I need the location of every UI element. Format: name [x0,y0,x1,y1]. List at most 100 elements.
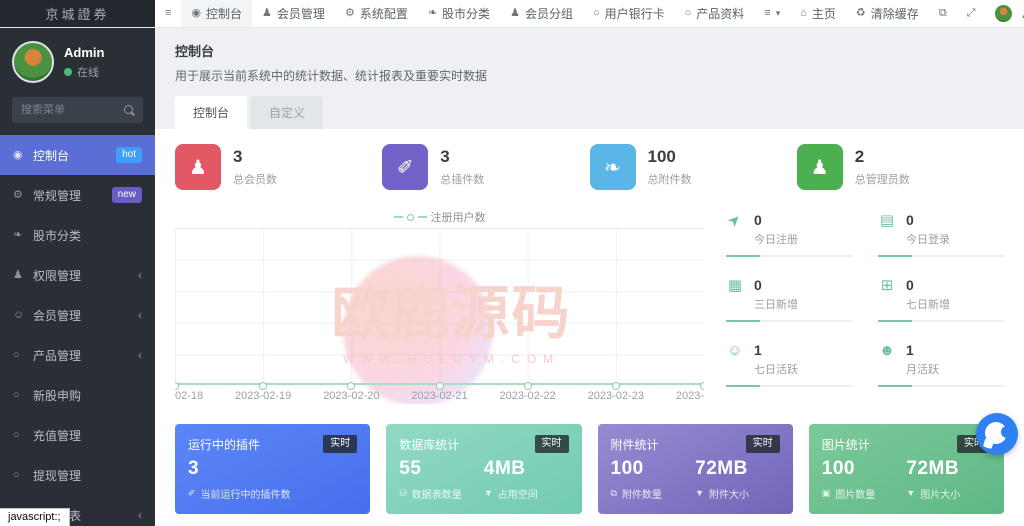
leaf-icon: ❧ [13,230,33,241]
tab-dashboard[interactable]: 控制台 [175,96,247,129]
chevron-left-icon: ‹ [138,348,142,362]
sidebar-item-permissions[interactable]: ♟权限管理‹ [0,255,155,295]
circle-icon: ○ [685,8,692,19]
sidebar-item-stock-category[interactable]: ❧股市分类 [0,215,155,255]
sidebar-item-withdraw[interactable]: ○提现管理 [0,455,155,495]
filter-icon: ▼ [695,489,704,498]
sidebar-item-recharge[interactable]: ○充值管理 [0,415,155,455]
expand-icon: ⤢ [967,8,976,19]
page-title: 控制台 [175,41,1004,60]
nav-item-stock-category[interactable]: ❧股市分类 [418,0,500,27]
circle-icon: ○ [593,8,600,19]
avatar[interactable] [12,41,54,83]
tabs-dropdown-button[interactable]: ≡▾ [754,0,790,27]
chart-legend[interactable]: 注册用户数 [175,208,704,226]
sidebar-item-ipo[interactable]: ○新股申购 [0,375,155,415]
registered-users-chart: 注册用户数 欧鹿源码 WWW.GULUYM.COM [175,208,704,404]
leaf-icon: ❧ [590,144,636,190]
top-bar: 京城證券 ≡ ◉控制台 ♟会员管理 ⚙系统配置 ❧股市分类 ♟会员分组 ○用户银… [0,0,1024,28]
cogs-icon: ⚙ [13,190,33,201]
watermark-url: WWW.GULUYM.COM [331,352,571,366]
admin-menu[interactable]: Admin [985,0,1024,27]
sidebar-item-products[interactable]: ○产品管理‹ [0,335,155,375]
stat-value: 2 [855,147,910,167]
divider [878,385,1004,387]
online-dot-icon [64,68,72,76]
divider [726,385,852,387]
status-bar-link: javascript:; [0,508,70,526]
top-nav: ≡ ◉控制台 ♟会员管理 ⚙系统配置 ❧股市分类 ♟会员分组 ○用户银行卡 ○产… [155,0,1024,27]
menu-icon: ≡ [165,8,171,19]
stat-total-attachments: ❧ 100总附件数 [590,144,797,190]
hot-badge: hot [116,147,142,163]
stat-total-members: ♟ 3总会员数 [175,144,382,190]
stat-value: 3 [233,147,277,167]
main-content: 控制台 用于展示当前系统中的统计数据、统计报表及重要实时数据 控制台 自定义 ♟… [155,28,1024,526]
nav-item-member-group[interactable]: ♟会员分组 [500,0,583,27]
dashboard-icon: ◉ [13,150,33,161]
divider [726,320,852,322]
wand-icon: ✐ [188,489,196,498]
quick-stat-3day-new: ▦0三日新增 [726,273,852,338]
dashboard-icon: ◉ [191,8,201,19]
fullscreen-button[interactable]: ⤢ [957,0,986,27]
filter-icon: ▼ [484,489,493,498]
users-icon: ♟ [510,8,520,19]
copy-icon: ⧉ [939,8,947,19]
nav-item-product-info[interactable]: ○产品资料 [675,0,755,27]
brand-logo[interactable]: 京城證券 [0,0,155,27]
image-icon: ▣ [822,489,831,498]
x-tick: 2023-02-21 [411,390,467,402]
sidebar-toggle-button[interactable]: ≡ [155,0,181,27]
nav-item-members[interactable]: ♟会员管理 [252,0,335,27]
list-icon: ≡ [764,8,770,19]
page-header: 控制台 用于展示当前系统中的统计数据、统计报表及重要实时数据 [155,28,1024,84]
home-button[interactable]: ⌂主页 [790,0,846,27]
quick-stats-grid: ➤0今日注册 ▤0今日登录 ▦0三日新增 ⊞0七日新增 ☺1七日活跃 [726,208,1004,404]
stat-label: 总管理员数 [855,171,910,187]
rocket-icon: ➤ [722,208,747,233]
user-status: 在线 [64,64,104,80]
search-icon [124,105,135,116]
sidebar-item-general[interactable]: ⚙常规管理new [0,175,155,215]
quick-stat-today-register: ➤0今日注册 [726,208,852,273]
divider [878,320,1004,322]
wand-icon: ✐ [382,144,428,190]
watermark-text: 欧鹿源码 [331,266,571,350]
legend-line-icon [418,216,427,218]
gear-icon: ⚙ [345,8,355,19]
stats-row: ♟ 3总会员数 ✐ 3总插件数 ❧ 100总附件数 ♟ 2总管理员数 [175,144,1004,190]
circle-icon: ○ [13,390,33,401]
copy-button[interactable]: ⧉ [929,0,957,27]
nav-item-dashboard[interactable]: ◉控制台 [181,0,252,27]
sidebar-item-members[interactable]: ☺会员管理‹ [0,295,155,335]
avatar [995,5,1012,22]
nav-item-user-bankcard[interactable]: ○用户银行卡 [583,0,675,27]
x-tick: 2023-02-19 [235,390,291,402]
sidebar: Admin 在线 ◉控制台hot ⚙常规管理new ❧股市分类 ♟权限管理‹ ☺… [0,28,155,526]
quick-stat-month-active: ☻1月活跃 [878,338,1004,403]
clear-cache-button[interactable]: ♻清除缓存 [846,0,929,27]
sidebar-item-dashboard[interactable]: ◉控制台hot [0,135,155,175]
card-database-stats: 数据库统计实时 55⛁数据表数量 4MB▼占用空间 [386,424,581,514]
watermark-blob [343,256,493,404]
user-filled-icon: ☻ [878,342,896,360]
x-tick: 2023-02-20 [323,390,379,402]
filter-icon: ▼ [906,489,915,498]
page-subtitle: 用于展示当前系统中的统计数据、统计报表及重要实时数据 [175,67,1004,84]
stat-total-admins: ♟ 2总管理员数 [797,144,1004,190]
id-card-icon: ▤ [878,212,896,230]
chat-fab-button[interactable] [976,413,1018,455]
x-tick: 2023-02-22 [500,390,556,402]
realtime-badge: 实时 [323,435,357,453]
trash-icon: ♻ [856,8,866,19]
sidebar-menu: ◉控制台hot ⚙常规管理new ❧股市分类 ♟权限管理‹ ☺会员管理‹ ○产品… [0,135,155,526]
chevron-left-icon: ‹ [138,268,142,282]
nav-item-system-config[interactable]: ⚙系统配置 [335,0,418,27]
watermark: 欧鹿源码 WWW.GULUYM.COM [331,266,571,366]
tab-custom[interactable]: 自定义 [251,96,323,129]
bottom-cards-row: 运行中的插件实时 3✐当前运行中的插件数 数据库统计实时 55⛁数据表数量 4M… [175,424,1004,514]
divider [878,255,1004,257]
sidebar-search [12,97,143,123]
user-outline-icon: ☺ [726,342,744,360]
